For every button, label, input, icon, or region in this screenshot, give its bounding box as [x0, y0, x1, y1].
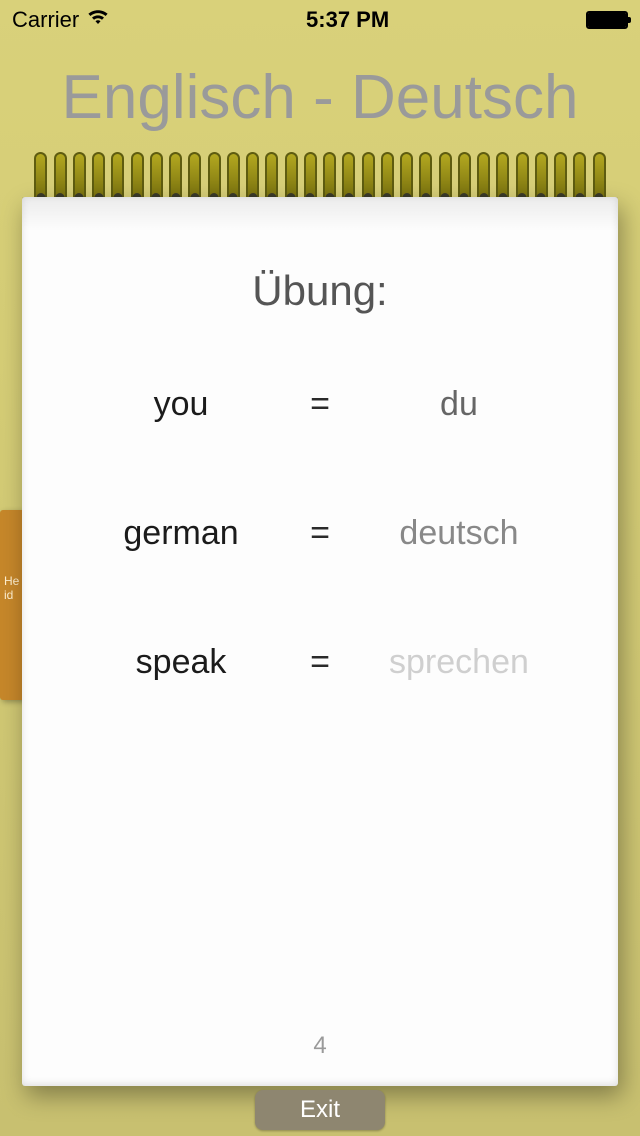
word-pair-list: you = du german = deutsch speak = sprech… — [22, 385, 618, 682]
wifi-icon — [87, 8, 109, 32]
target-word[interactable]: du — [340, 385, 578, 424]
source-word: speak — [62, 643, 300, 682]
source-word: german — [62, 514, 300, 553]
status-bar: Carrier 5:37 PM — [0, 0, 640, 40]
notepad-spiral — [22, 145, 618, 197]
notepad: Übung: you = du german = deutsch speak =… — [22, 145, 618, 1086]
carrier-label: Carrier — [12, 7, 79, 33]
target-word[interactable]: deutsch — [340, 514, 578, 553]
target-word[interactable]: sprechen — [340, 643, 578, 682]
exit-button[interactable]: Exit — [255, 1090, 385, 1130]
equals-icon: = — [300, 514, 340, 553]
equals-icon: = — [300, 643, 340, 682]
equals-icon: = — [300, 385, 340, 424]
status-left: Carrier — [12, 7, 109, 33]
page-title: Englisch - Deutsch — [0, 62, 640, 133]
notepad-paper: Übung: you = du german = deutsch speak =… — [22, 197, 618, 1086]
word-pair-row: german = deutsch — [62, 514, 578, 553]
battery-icon — [586, 11, 628, 29]
exercise-heading: Übung: — [22, 267, 618, 315]
word-pair-row: speak = sprechen — [62, 643, 578, 682]
page-number: 4 — [22, 1032, 618, 1060]
source-word: you — [62, 385, 300, 424]
word-pair-row: you = du — [62, 385, 578, 424]
status-time: 5:37 PM — [306, 7, 389, 33]
